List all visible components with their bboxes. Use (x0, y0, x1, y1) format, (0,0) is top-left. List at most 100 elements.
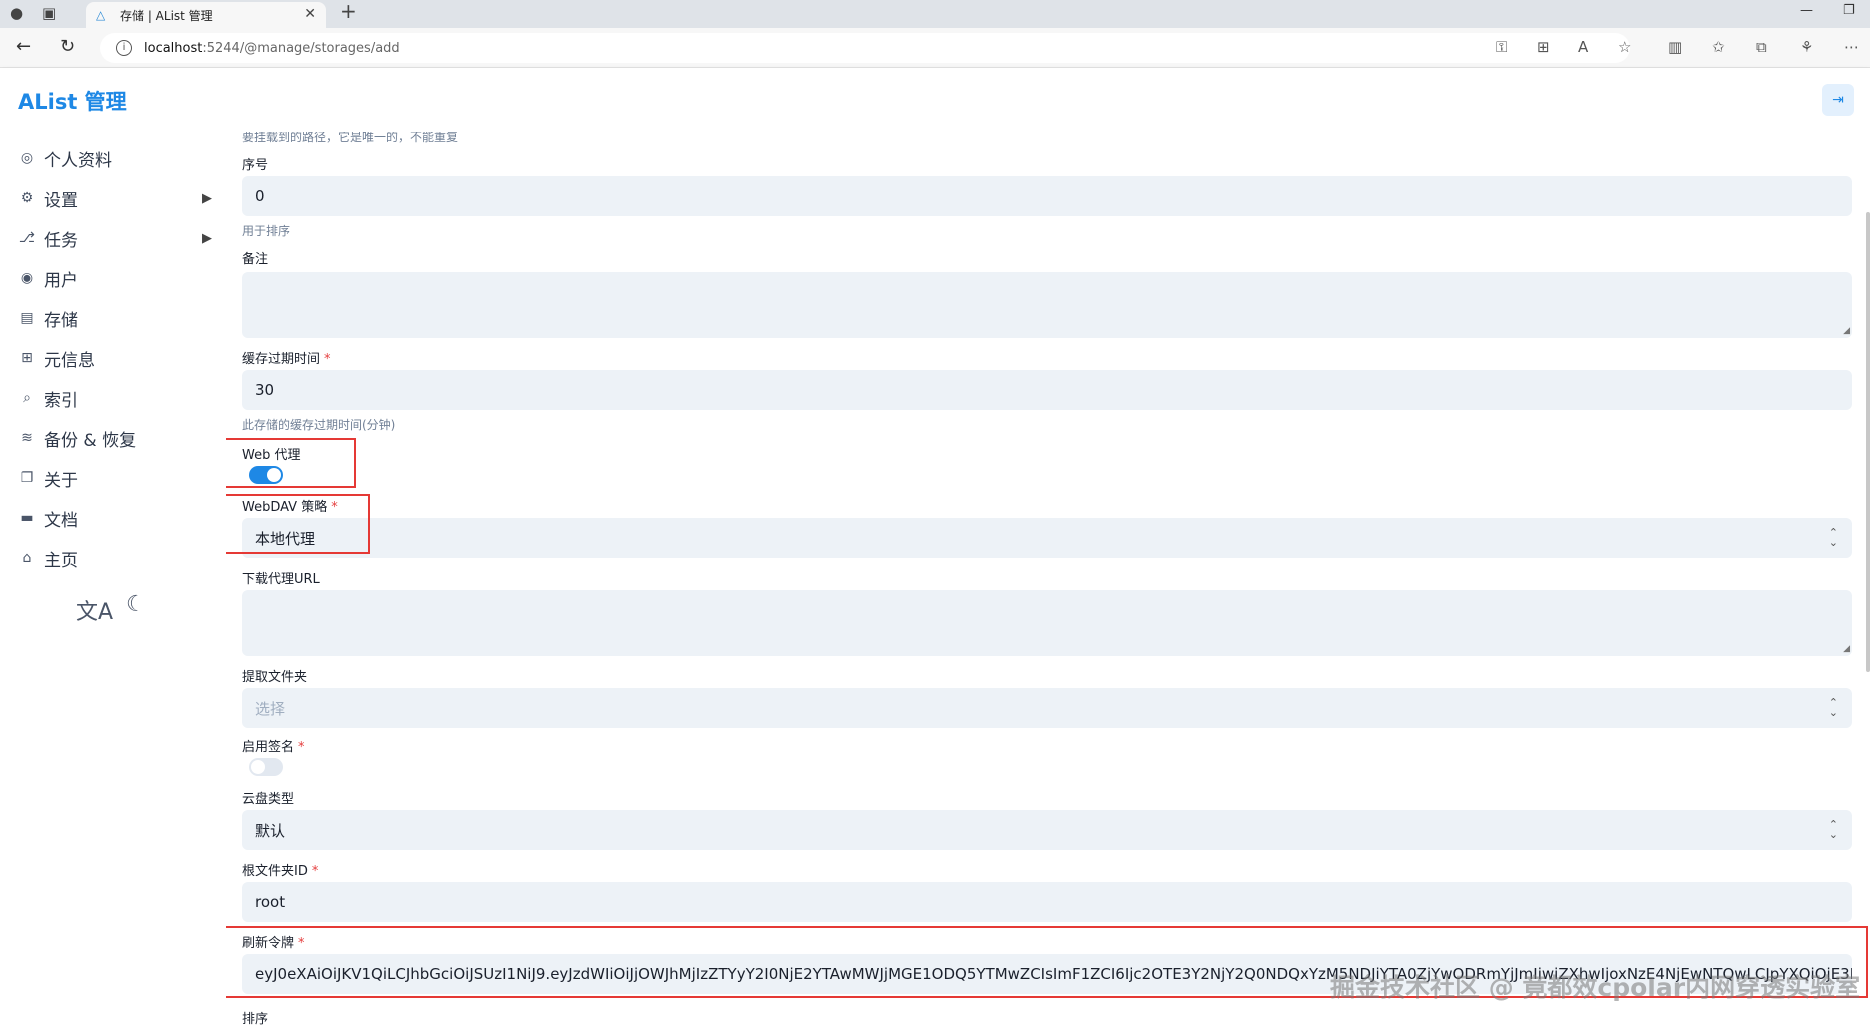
user-circle-icon: ◉ (20, 270, 34, 286)
task-flow-icon: ⎇ (18, 230, 36, 246)
sidebar-item-label: 设置 (44, 190, 78, 211)
read-aloud-icon[interactable]: A (1578, 38, 1588, 56)
sidebar-item-index[interactable]: ⌕ 索引 (18, 386, 212, 411)
sidebar-item-storage[interactable]: ▤ 存储 (18, 306, 212, 331)
back-icon[interactable]: ← (16, 37, 31, 57)
browser-tab-bar: ● ▣ △ 存储 | AList 管理 ✕ + — ❐ (0, 0, 1870, 28)
scrollbar[interactable] (1866, 212, 1870, 672)
extensions-icon[interactable]: ⚘ (1800, 38, 1813, 56)
sidebar-item-settings[interactable]: ⚙ 设置 ▶ (18, 186, 212, 211)
split-screen-icon[interactable]: ▥ (1668, 38, 1682, 56)
translate-icon[interactable]: 文A (76, 594, 113, 626)
sidebar-item-home[interactable]: ⌂ 主页 (18, 546, 212, 571)
sidebar-item-label: 存储 (44, 310, 78, 331)
extract-folder-label: 提取文件夹 (242, 670, 308, 685)
cloud-type-label: 云盘类型 (242, 792, 295, 807)
sidebar-item-label: 元信息 (44, 350, 95, 371)
remark-textarea[interactable]: ◢ (242, 272, 1852, 338)
watermark: 掘金技术社区 @ 竟都效cpolar内网穿透实验室 (1330, 973, 1861, 1002)
collections-icon[interactable]: ⧉ (1756, 38, 1767, 56)
alist-favicon-icon: △ (96, 8, 106, 22)
sidebar-item-label: 索引 (44, 390, 78, 411)
search-icon: ⌕ (23, 390, 31, 406)
root-folder-id-value: root (255, 893, 286, 911)
enable-sign-toggle[interactable] (249, 758, 283, 776)
sidebar-item-label: 用户 (44, 270, 78, 291)
sidebar-item-backup[interactable]: ≋ 备份 & 恢复 (18, 426, 212, 451)
site-info-icon[interactable]: i (116, 40, 132, 56)
favorites-icon[interactable]: ✩ (1712, 38, 1725, 56)
app-title[interactable]: AList 管理 (18, 86, 127, 116)
order-input[interactable]: 0 (242, 176, 1852, 216)
cloud-type-value: 默认 (255, 821, 286, 840)
sidebar-item-label: 个人资料 (44, 150, 112, 171)
apps-icon[interactable]: ⊞ (1537, 38, 1550, 56)
home-icon: ⌂ (22, 550, 32, 566)
storage-icon: ▤ (20, 310, 34, 326)
minimize-icon[interactable]: — (1800, 3, 1813, 18)
url-input[interactable]: i localhost:5244/@manage/storages/add (100, 33, 1630, 63)
highlight-box-web-proxy (226, 438, 356, 488)
gear-icon: ⚙ (20, 190, 34, 206)
select-chevron-icon: ⌃ ⌄ (1828, 526, 1838, 549)
favorite-star-icon[interactable]: ☆ (1618, 38, 1631, 56)
cache-expiration-label: 缓存过期时间 * (242, 352, 331, 367)
resize-grip-icon[interactable]: ◢ (1843, 644, 1850, 654)
sidebar-item-users[interactable]: ◉ 用户 (18, 266, 212, 291)
book-icon: ▬ (20, 510, 34, 526)
expand-arrow-icon[interactable]: ▶ (202, 231, 212, 246)
mount-path-help: 要挂载到的路径，它是唯一的，不能重复 (242, 132, 459, 144)
expand-arrow-icon[interactable]: ▶ (202, 191, 212, 206)
app-header: AList 管理 ⇥ (0, 68, 1870, 132)
copy-icon: ❐ (20, 470, 34, 486)
order-value: 0 (255, 187, 265, 205)
order-help: 用于排序 (242, 224, 291, 238)
cloud-type-select[interactable]: 默认 ⌃ ⌄ (242, 810, 1852, 850)
order-label: 序号 (242, 158, 269, 173)
new-tab-button[interactable]: + (340, 1, 357, 21)
dark-mode-moon-icon[interactable]: ☾ (126, 592, 146, 617)
resize-grip-icon[interactable]: ◢ (1843, 326, 1850, 336)
sidebar: ◎ 个人资料 ⚙ 设置 ▶ ⎇ 任务 ▶ ◉ 用户 ▤ 存储 ⊞ 元信息 ⌕ 索… (0, 132, 226, 1030)
sidebar-item-label: 主页 (44, 550, 78, 571)
profile-icon[interactable]: ● (10, 4, 23, 22)
sidebar-item-label: 任务 (44, 230, 78, 251)
root-folder-id-input[interactable]: root (242, 882, 1852, 922)
sidebar-item-about[interactable]: ❐ 关于 (18, 466, 212, 491)
cache-expiration-help: 此存储的缓存过期时间(分钟) (242, 418, 396, 432)
webdav-policy-select[interactable]: 本地代理 ⌃ ⌄ (242, 518, 1852, 558)
key-icon[interactable]: ⚿ (1496, 38, 1507, 56)
enable-sign-label: 启用签名 * (242, 740, 305, 755)
browser-address-bar: ← ↻ i localhost:5244/@manage/storages/ad… (0, 28, 1870, 68)
download-proxy-url-textarea[interactable]: ◢ (242, 590, 1852, 656)
tab-title: 存储 | AList 管理 (120, 8, 213, 23)
extract-folder-placeholder: 选择 (255, 699, 286, 718)
sidebar-item-docs[interactable]: ▬ 文档 (18, 506, 212, 531)
more-icon[interactable]: ⋯ (1844, 38, 1859, 56)
remark-label: 备注 (242, 252, 269, 267)
user-card-icon: ◎ (20, 150, 34, 166)
tab-actions-icon[interactable]: ▣ (42, 4, 56, 22)
extract-folder-select[interactable]: 选择 ⌃ ⌄ (242, 688, 1852, 728)
url-path: :5244/@manage/storages/add (202, 40, 400, 56)
root-folder-id-label: 根文件夹ID * (242, 864, 319, 879)
browser-tab[interactable]: △ 存储 | AList 管理 ✕ (86, 2, 326, 28)
url-host: localhost (144, 40, 203, 56)
sidebar-item-label: 备份 & 恢复 (44, 430, 137, 451)
sidebar-item-profile[interactable]: ◎ 个人资料 (18, 146, 212, 171)
sidebar-item-tasks[interactable]: ⎇ 任务 ▶ (18, 226, 212, 251)
download-proxy-url-label: 下载代理URL (242, 572, 320, 587)
storage-form: 要挂载到的路径，它是唯一的，不能重复 序号 0 用于排序 备注 ◢ 缓存过期时间… (226, 132, 1870, 1030)
close-tab-icon[interactable]: ✕ (304, 6, 316, 22)
select-chevron-icon: ⌃ ⌄ (1828, 696, 1838, 719)
restore-icon[interactable]: ❐ (1843, 3, 1855, 18)
cache-expiration-value: 30 (255, 381, 275, 399)
sidebar-item-label: 文档 (44, 510, 78, 531)
select-chevron-icon: ⌃ ⌄ (1828, 818, 1838, 841)
logout-button[interactable]: ⇥ (1822, 84, 1854, 116)
database-icon: ≋ (21, 430, 33, 446)
cache-expiration-input[interactable]: 30 (242, 370, 1852, 410)
sidebar-item-meta[interactable]: ⊞ 元信息 (18, 346, 212, 371)
toggle-knob (251, 760, 265, 774)
refresh-icon[interactable]: ↻ (60, 37, 75, 57)
